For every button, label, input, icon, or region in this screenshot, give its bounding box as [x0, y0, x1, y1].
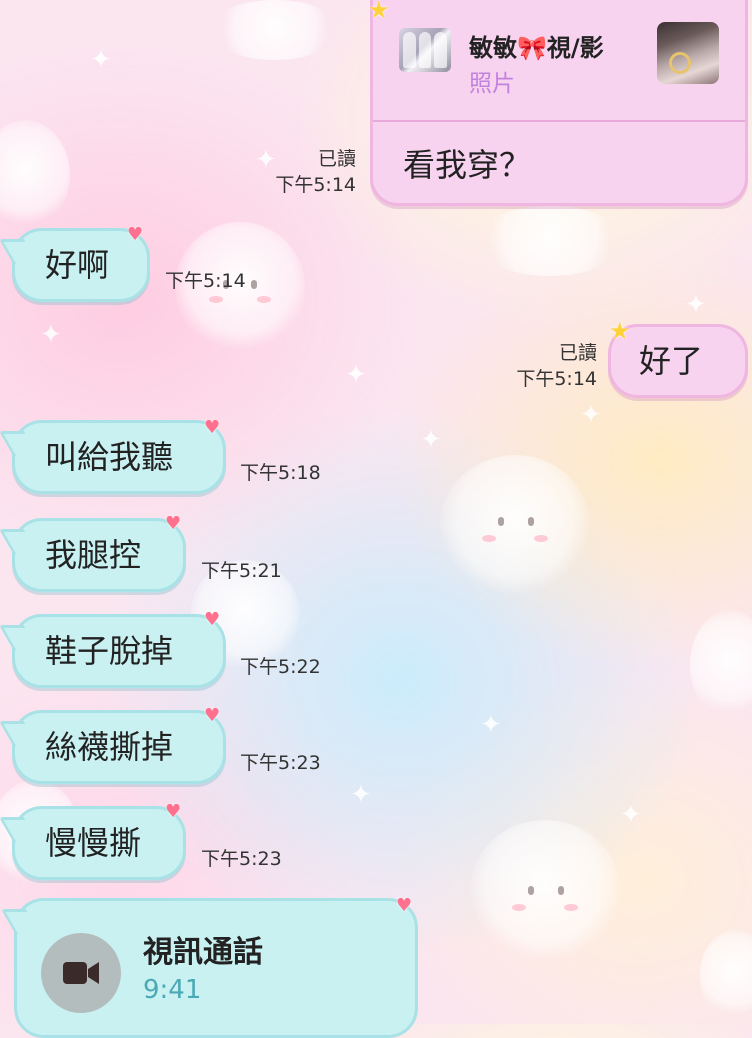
shared-post-avatar [399, 28, 451, 72]
message-text: 叫給我聽 [45, 438, 174, 476]
heart-icon: ♥ [127, 224, 144, 245]
shared-post-thumbnail[interactable] [657, 22, 719, 84]
heart-icon: ♥ [204, 417, 221, 438]
message-time: 下午5:14 [275, 174, 356, 197]
message-time: 下午5:14 [165, 270, 246, 292]
sparkle-icon: ✦ [620, 800, 642, 830]
message-text: 鞋子脫掉 [45, 632, 174, 670]
video-camera-icon [63, 962, 99, 984]
message-text: 好啊 [45, 246, 110, 284]
star-icon: ★ [368, 0, 390, 24]
background-character-art [700, 930, 752, 1020]
sparkle-icon: ✦ [420, 425, 442, 455]
heart-icon: ♥ [396, 895, 413, 916]
video-call-icon-button[interactable] [41, 933, 121, 1013]
shared-post-text: 看我穿？ [403, 146, 532, 184]
message-time: 下午5:21 [201, 560, 282, 582]
sparkle-icon: ✦ [345, 360, 367, 390]
sparkle-icon: ✦ [40, 320, 62, 350]
message-text: 絲襪撕掉 [45, 728, 174, 766]
message-status: 已讀 下午5:14 [516, 340, 597, 392]
sparkle-icon: ✦ [480, 710, 502, 740]
incoming-message-bubble[interactable]: 叫給我聽 [12, 420, 226, 494]
background-character-art [475, 206, 625, 276]
heart-icon: ♥ [204, 705, 221, 726]
heart-icon: ♥ [204, 609, 221, 630]
message-status: 已讀 下午5:14 [275, 146, 356, 198]
video-call-title: 視訊通話 [143, 935, 263, 970]
incoming-message-bubble[interactable]: 絲襪撕掉 [12, 710, 226, 784]
incoming-message-bubble[interactable]: 我腿控 [12, 518, 186, 592]
sparkle-icon: ✦ [255, 145, 277, 175]
star-icon: ★ [609, 317, 631, 345]
message-text: 好了 [639, 342, 704, 380]
message-text: 慢慢撕 [45, 824, 142, 862]
background-character-art [210, 0, 340, 60]
bow-icon: 🎀 [517, 34, 547, 62]
incoming-message-bubble[interactable]: 慢慢撕 [12, 806, 186, 880]
message-time: 下午5:14 [516, 368, 597, 391]
shared-post-title: 敏敏🎀視/影 [469, 28, 604, 63]
message-time: 下午5:23 [240, 752, 321, 774]
message-time: 下午5:18 [240, 462, 321, 484]
background-character-art [690, 610, 752, 720]
heart-icon: ♥ [165, 801, 182, 822]
read-receipt: 已讀 [317, 148, 356, 170]
video-call-duration: 9:41 [143, 975, 202, 1005]
shared-post-subtitle: 照片 [469, 71, 515, 97]
heart-icon: ♥ [165, 513, 182, 534]
message-time: 下午5:22 [240, 656, 321, 678]
message-text: 我腿控 [45, 536, 142, 574]
sparkle-icon: ✦ [685, 290, 707, 320]
sparkle-icon: ✦ [350, 780, 372, 810]
message-time: 下午5:23 [201, 848, 282, 870]
sender-name: 敏敏 [469, 34, 517, 62]
background-character-art [440, 455, 590, 595]
background-character-art [0, 120, 70, 230]
background-character-art [470, 820, 620, 960]
read-receipt: 已讀 [558, 342, 597, 364]
shared-post-header[interactable]: 敏敏🎀視/影 照片 [373, 0, 745, 122]
shared-post-message[interactable]: 敏敏🎀視/影 照片 看我穿？ [370, 0, 748, 206]
video-call-message[interactable]: 視訊通話 9:41 [14, 898, 418, 1038]
sparkle-icon: ✦ [580, 400, 602, 430]
media-label: 視/影 [546, 34, 604, 62]
sparkle-icon: ✦ [90, 45, 112, 75]
incoming-message-bubble[interactable]: 鞋子脫掉 [12, 614, 226, 688]
